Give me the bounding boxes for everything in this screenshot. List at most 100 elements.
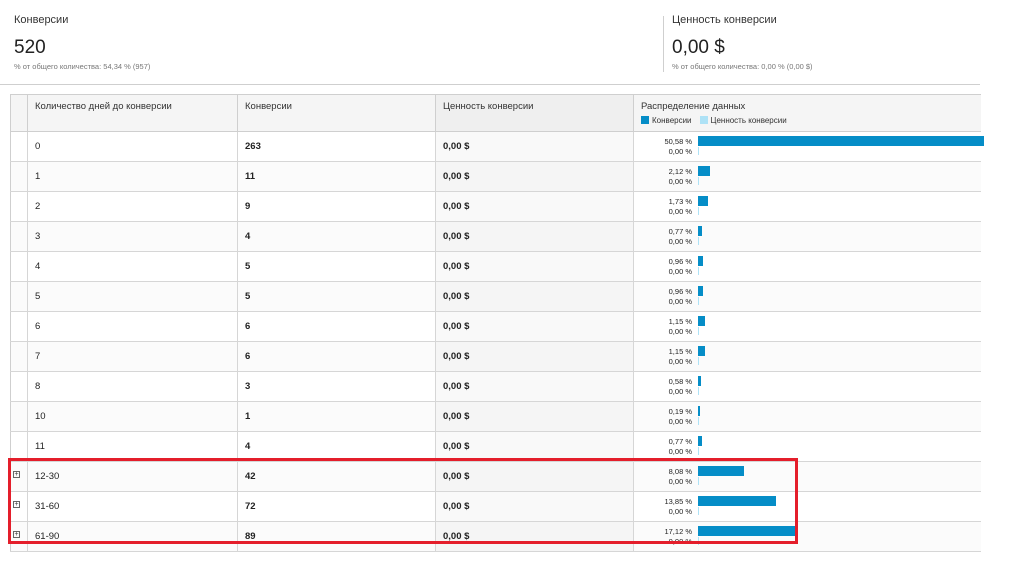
legend-swatch-value	[699, 116, 708, 124]
table-row[interactable]: 8 3 0,00 $ 0,58 % 0,00 %	[10, 372, 981, 402]
conversion-value: 0,00 $	[443, 321, 470, 332]
cell-distribution: 0,77 % 0,00 %	[633, 432, 981, 461]
row-gutter	[10, 192, 27, 221]
days-value: 7	[35, 351, 41, 362]
cell-distribution: 1,73 % 0,00 %	[633, 192, 981, 221]
table-row[interactable]: +12-30 42 0,00 $ 8,08 % 0,00 %	[10, 462, 981, 492]
metric-divider	[663, 16, 664, 72]
metric-value-label: Ценность конверсии	[672, 14, 777, 26]
distribution-legend: Конверсии Ценность конверсии	[641, 116, 787, 125]
table-row[interactable]: 5 5 0,00 $ 0,96 % 0,00 %	[10, 282, 981, 312]
plus-square-icon[interactable]: +	[13, 531, 20, 538]
value-bar	[698, 297, 699, 305]
row-gutter	[10, 162, 27, 191]
cell-value: 0,00 $	[435, 192, 633, 221]
share-value: 0,00 %	[668, 537, 692, 546]
header-gutter	[10, 95, 27, 131]
table-row[interactable]: 2 9 0,00 $ 1,73 % 0,00 %	[10, 192, 981, 222]
share-value: 0,00 %	[668, 327, 692, 336]
conversions-bar	[698, 196, 708, 206]
conversions-bar	[698, 136, 984, 146]
plus-square-icon[interactable]: +	[13, 471, 20, 478]
plus-square-icon[interactable]: +	[13, 501, 20, 508]
conversion-value: 0,00 $	[443, 171, 470, 182]
header-value[interactable]: Ценность конверсии	[435, 95, 633, 131]
conversion-value: 0,00 $	[443, 291, 470, 302]
value-bar	[698, 357, 699, 365]
share-value: 0,00 %	[668, 147, 692, 156]
table-row[interactable]: 3 4 0,00 $ 0,77 % 0,00 %	[10, 222, 981, 252]
table-row[interactable]: 0 263 0,00 $ 50,58 % 0,00 %	[10, 132, 984, 162]
conversions-bar	[698, 466, 744, 476]
days-value: 2	[35, 201, 41, 212]
header-conversions[interactable]: Конверсии	[237, 95, 435, 131]
cell-conversions: 1	[237, 402, 435, 431]
table-row[interactable]: 1 11 0,00 $2,12 % 0,00 %	[10, 162, 981, 192]
share-conversions: 1,15 %	[668, 347, 692, 356]
table-row[interactable]: 7 6 0,00 $ 1,15 % 0,00 %	[10, 342, 981, 372]
header-distribution[interactable]: Распределение данных Конверсии Ценность к…	[633, 95, 981, 131]
table-row[interactable]: 10 1 0,00 $ 0,19 % 0,00 %	[10, 402, 981, 432]
cell-conversions: 4	[237, 432, 435, 461]
cell-distribution: 0,77 % 0,00 %	[633, 222, 981, 251]
metric-value[interactable]: Ценность конверсии 0,00 $ % от общего ко…	[672, 14, 813, 71]
value-bar	[698, 417, 699, 425]
conversions-bar	[698, 406, 700, 416]
row-gutter	[10, 252, 27, 281]
cell-conversions: 6	[237, 312, 435, 341]
table-row[interactable]: +31-60 72 0,00 $ 13,85 % 0,00 %	[10, 492, 981, 522]
conversions-value: 263	[245, 141, 261, 152]
legend-value: Ценность конверсии	[710, 116, 787, 125]
value-bar	[698, 387, 699, 395]
cell-distribution: 0,96 % 0,00 %	[633, 282, 981, 311]
days-value: 11	[35, 441, 45, 452]
metric-conversions[interactable]: Конверсии 520 % от общего количества: 54…	[14, 14, 150, 71]
share-value: 0,00 %	[668, 477, 692, 486]
cell-value: 0,00 $	[435, 492, 633, 521]
days-value: 31-60	[35, 501, 60, 512]
table-row[interactable]: 11 4 0,00 $ 0,77 % 0,00 %	[10, 432, 981, 462]
days-value: 4	[35, 261, 41, 272]
conversions-value: 3	[245, 381, 251, 392]
conversions-value: 5	[245, 291, 251, 302]
cell-days: 61-90	[27, 522, 237, 551]
conversions-value: 72	[245, 501, 256, 512]
header-days-label: Количество дней до конверсии	[35, 101, 172, 112]
value-bar	[698, 447, 699, 455]
table-row[interactable]: +61-90 89 0,00 $ 17,12 % 0,00 %	[10, 522, 981, 552]
value-bar	[698, 327, 699, 335]
share-conversions: 0,96 %	[668, 287, 692, 296]
cell-distribution: 0,96 % 0,00 %	[633, 252, 981, 281]
cell-value: 0,00 $	[435, 162, 633, 191]
cell-value: 0,00 $	[435, 282, 633, 311]
share-conversions: 8,08 %	[668, 467, 692, 476]
metric-conversions-label: Конверсии	[14, 14, 69, 26]
table-row[interactable]: 4 5 0,00 $ 0,96 % 0,00 %	[10, 252, 981, 282]
conversions-bar	[698, 226, 703, 236]
cell-value: 0,00 $	[435, 342, 633, 371]
conversions-value: 1	[245, 411, 251, 422]
row-gutter	[10, 342, 27, 371]
conversions-value: 4	[245, 441, 251, 452]
cell-days: 12-30	[27, 462, 237, 491]
days-value: 3	[35, 231, 41, 242]
cell-value: 0,00 $	[435, 462, 633, 491]
days-value: 8	[35, 381, 41, 392]
share-conversions: 1,15 %	[668, 317, 692, 326]
header-conversions-label: Конверсии	[245, 101, 292, 112]
cell-days: 6	[27, 312, 237, 341]
table-row[interactable]: 6 6 0,00 $ 1,15 % 0,00 %	[10, 312, 981, 342]
cell-conversions: 6	[237, 342, 435, 371]
share-conversions: 0,77 %	[668, 227, 692, 236]
cell-value: 0,00 $	[435, 132, 633, 161]
share-conversions: 13,85 %	[664, 497, 692, 506]
cell-value: 0,00 $	[435, 312, 633, 341]
cell-days: 7	[27, 342, 237, 371]
header-days[interactable]: Количество дней до конверсии	[27, 95, 237, 131]
value-bar	[698, 537, 699, 545]
cell-distribution: 2,12 % 0,00 %	[633, 162, 981, 191]
metric-conversions-value: 520	[14, 37, 46, 58]
conversion-value: 0,00 $	[443, 231, 470, 242]
cell-conversions: 3	[237, 372, 435, 401]
conversions-value: 11	[245, 171, 256, 182]
